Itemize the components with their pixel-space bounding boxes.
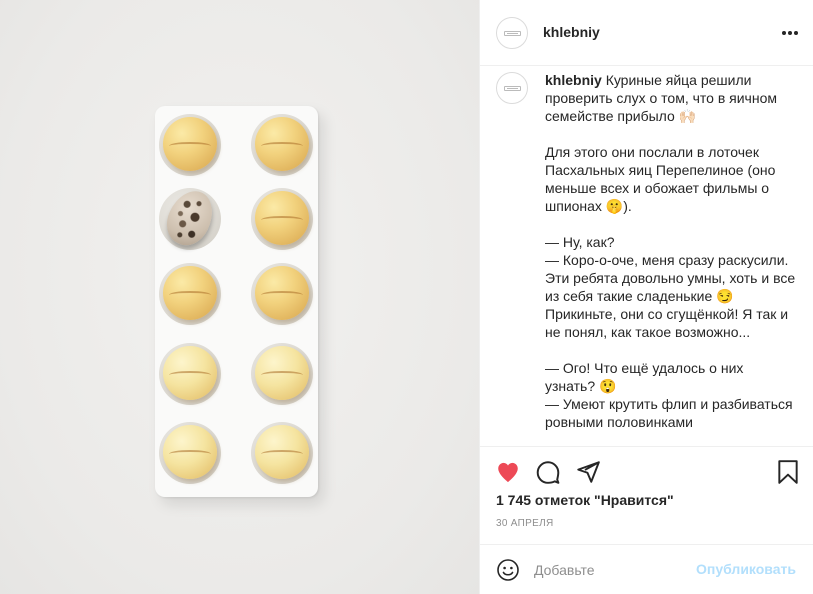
post-caption: khlebniy Куриные яйца решили проверить с… xyxy=(545,71,797,431)
candy-egg xyxy=(163,425,217,479)
tray-slot xyxy=(251,263,313,325)
quail-egg xyxy=(159,183,221,253)
caption-scroll-area[interactable]: khlebniy Куриные яйца решили проверить с… xyxy=(480,67,813,446)
caption-text: — Ого! Что ещё удалось о них узнать? 😲 —… xyxy=(545,360,793,430)
tray-slot xyxy=(159,114,221,176)
username-link[interactable]: khlebniy xyxy=(543,24,600,40)
candy-egg xyxy=(255,346,309,400)
candy-egg xyxy=(163,117,217,171)
tray-slot xyxy=(251,188,313,250)
candy-egg xyxy=(163,266,217,320)
candy-egg xyxy=(163,346,217,400)
tray-slot xyxy=(159,263,221,325)
candy-egg xyxy=(255,191,309,245)
egg-tray xyxy=(155,106,318,497)
comment-bar: Опубликовать xyxy=(480,544,813,594)
smile-icon[interactable] xyxy=(496,558,520,582)
likes-count[interactable]: 1 745 отметок "Нравится" xyxy=(496,492,674,508)
khlebniy-logo-icon xyxy=(504,86,521,91)
candy-egg xyxy=(255,266,309,320)
ellipsis-icon[interactable] xyxy=(780,24,800,40)
heart-filled-icon[interactable] xyxy=(495,459,521,485)
bookmark-icon[interactable] xyxy=(775,459,801,485)
publish-comment-button[interactable]: Опубликовать xyxy=(696,561,796,577)
caption-text: Для этого они послали в лоточек Пасхальн… xyxy=(545,144,780,214)
avatar[interactable] xyxy=(496,17,528,49)
tray-slot xyxy=(159,183,221,253)
post-photo[interactable] xyxy=(0,0,479,594)
tray-slot xyxy=(251,343,313,405)
tray-slot xyxy=(159,343,221,405)
caption-username-link[interactable]: khlebniy xyxy=(545,72,602,88)
candy-egg xyxy=(255,117,309,171)
avatar[interactable] xyxy=(496,72,528,104)
caption-text: — Ну, как? — Коро-о-оче, меня сразу раск… xyxy=(545,234,796,340)
tray-slot xyxy=(251,422,313,484)
post-header: khlebniy xyxy=(480,0,813,66)
candy-egg xyxy=(255,425,309,479)
post-date[interactable]: 30 апреля xyxy=(496,518,553,529)
post-side-panel: khlebniy khlebniy Куриные яйца решили пр… xyxy=(479,0,813,594)
post-actions: 1 745 отметок "Нравится" 30 апреля xyxy=(480,446,813,544)
speech-bubble-icon[interactable] xyxy=(535,459,561,485)
khlebniy-logo-icon xyxy=(504,31,521,36)
tray-slot xyxy=(159,422,221,484)
paper-plane-icon[interactable] xyxy=(575,459,601,485)
tray-slot xyxy=(251,114,313,176)
